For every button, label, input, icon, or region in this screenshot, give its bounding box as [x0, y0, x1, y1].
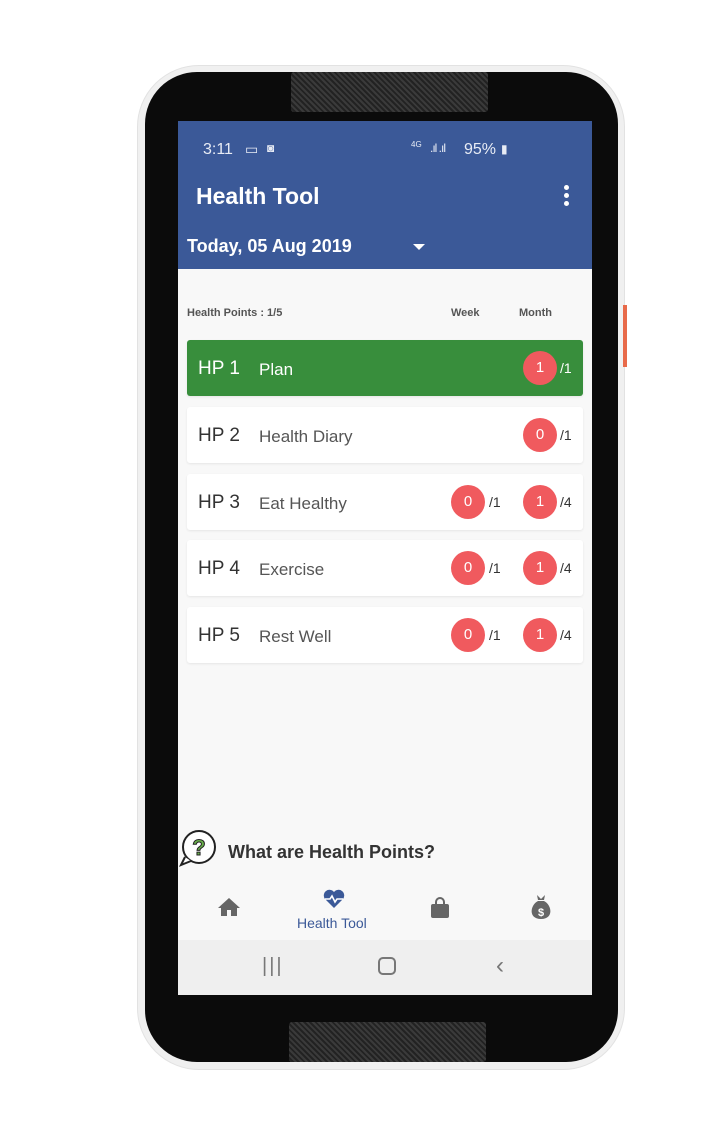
- month-total: /4: [560, 627, 572, 643]
- home-icon[interactable]: [217, 897, 241, 917]
- page-title: Health Tool: [196, 183, 320, 209]
- app-bar: 3:11 ▭ ◙ 4G .ıl .ıl 95% ▮ Health Tool To…: [178, 121, 592, 269]
- svg-text:?: ?: [192, 835, 205, 860]
- money-bag-icon[interactable]: $: [528, 893, 554, 921]
- battery-level: 95%: [464, 141, 497, 158]
- signal-icon: .ıl .ıl: [430, 141, 446, 155]
- help-label: What are Health Points?: [228, 842, 436, 862]
- week-count-badge: 0: [451, 618, 485, 652]
- speaker-grille-bottom: [289, 1022, 486, 1062]
- what-are-health-points-link[interactable]: ? What are Health Points?: [178, 826, 592, 876]
- hp-name: Health Diary: [259, 427, 353, 446]
- health-points-summary: Health Points : 1/5: [187, 307, 283, 319]
- hp-name: Plan: [259, 360, 294, 379]
- svg-text:$: $: [538, 907, 544, 919]
- month-count-badge: 1: [523, 485, 557, 519]
- hp-name: Exercise: [259, 560, 325, 579]
- month-total: /1: [560, 427, 572, 443]
- month-count-badge: 1: [523, 551, 557, 585]
- wifi-icon: ◙: [267, 141, 275, 155]
- system-nav-bar: ||| ‹: [178, 940, 592, 995]
- date-selector[interactable]: Today, 05 Aug 2019: [187, 236, 352, 257]
- hp-code: HP 3: [198, 492, 240, 513]
- hp-code: HP 4: [198, 558, 240, 579]
- health-point-row[interactable]: HP 5 Rest Well 0 /1 1 /4: [187, 607, 583, 663]
- nav-label: Health Tool: [297, 915, 367, 931]
- week-total: /1: [489, 627, 501, 643]
- heart-pulse-icon: [323, 889, 345, 908]
- hp-name: Rest Well: [259, 627, 332, 646]
- battery-icon: ▮: [501, 142, 508, 156]
- month-header: Month: [519, 307, 552, 319]
- week-total: /1: [489, 494, 501, 510]
- recent-apps-icon[interactable]: |||: [262, 955, 284, 978]
- back-icon[interactable]: ‹: [496, 952, 504, 980]
- status-time: 3:11: [203, 141, 233, 158]
- month-total: /4: [560, 560, 572, 576]
- hp-name: Eat Healthy: [259, 494, 347, 513]
- bottom-nav: Health Tool $: [178, 875, 592, 940]
- month-total: /4: [560, 494, 572, 510]
- more-options-icon[interactable]: [564, 185, 570, 209]
- health-point-row[interactable]: HP 3 Eat Healthy 0 /1 1 /4: [187, 474, 583, 530]
- month-count-badge: 1: [523, 351, 557, 385]
- laptop-icon: ▭: [245, 141, 259, 157]
- screen: 3:11 ▭ ◙ 4G .ıl .ıl 95% ▮ Health Tool To…: [178, 121, 592, 995]
- network-type: 4G: [411, 140, 422, 149]
- week-total: /1: [489, 560, 501, 576]
- bag-icon[interactable]: [430, 897, 450, 919]
- week-count-badge: 0: [451, 485, 485, 519]
- hp-code: HP 1: [198, 358, 240, 379]
- hp-code: HP 2: [198, 425, 240, 446]
- health-point-row[interactable]: HP 1 Plan 1 /1: [187, 340, 583, 396]
- month-count-badge: 1: [523, 618, 557, 652]
- week-count-badge: 0: [451, 551, 485, 585]
- month-total: /1: [560, 360, 572, 376]
- week-header: Week: [451, 307, 480, 319]
- dropdown-caret-icon[interactable]: [413, 244, 425, 250]
- hp-code: HP 5: [198, 625, 240, 646]
- question-bubble-icon: ?: [179, 830, 216, 867]
- speaker-grille-top: [291, 72, 488, 112]
- nav-item-health-tool[interactable]: Health Tool: [288, 889, 380, 933]
- month-count-badge: 0: [523, 418, 557, 452]
- health-point-row[interactable]: HP 4 Exercise 0 /1 1 /4: [187, 540, 583, 596]
- health-point-row[interactable]: HP 2 Health Diary 0 /1: [187, 407, 583, 463]
- side-button: [623, 305, 627, 367]
- home-button-icon[interactable]: [378, 957, 396, 975]
